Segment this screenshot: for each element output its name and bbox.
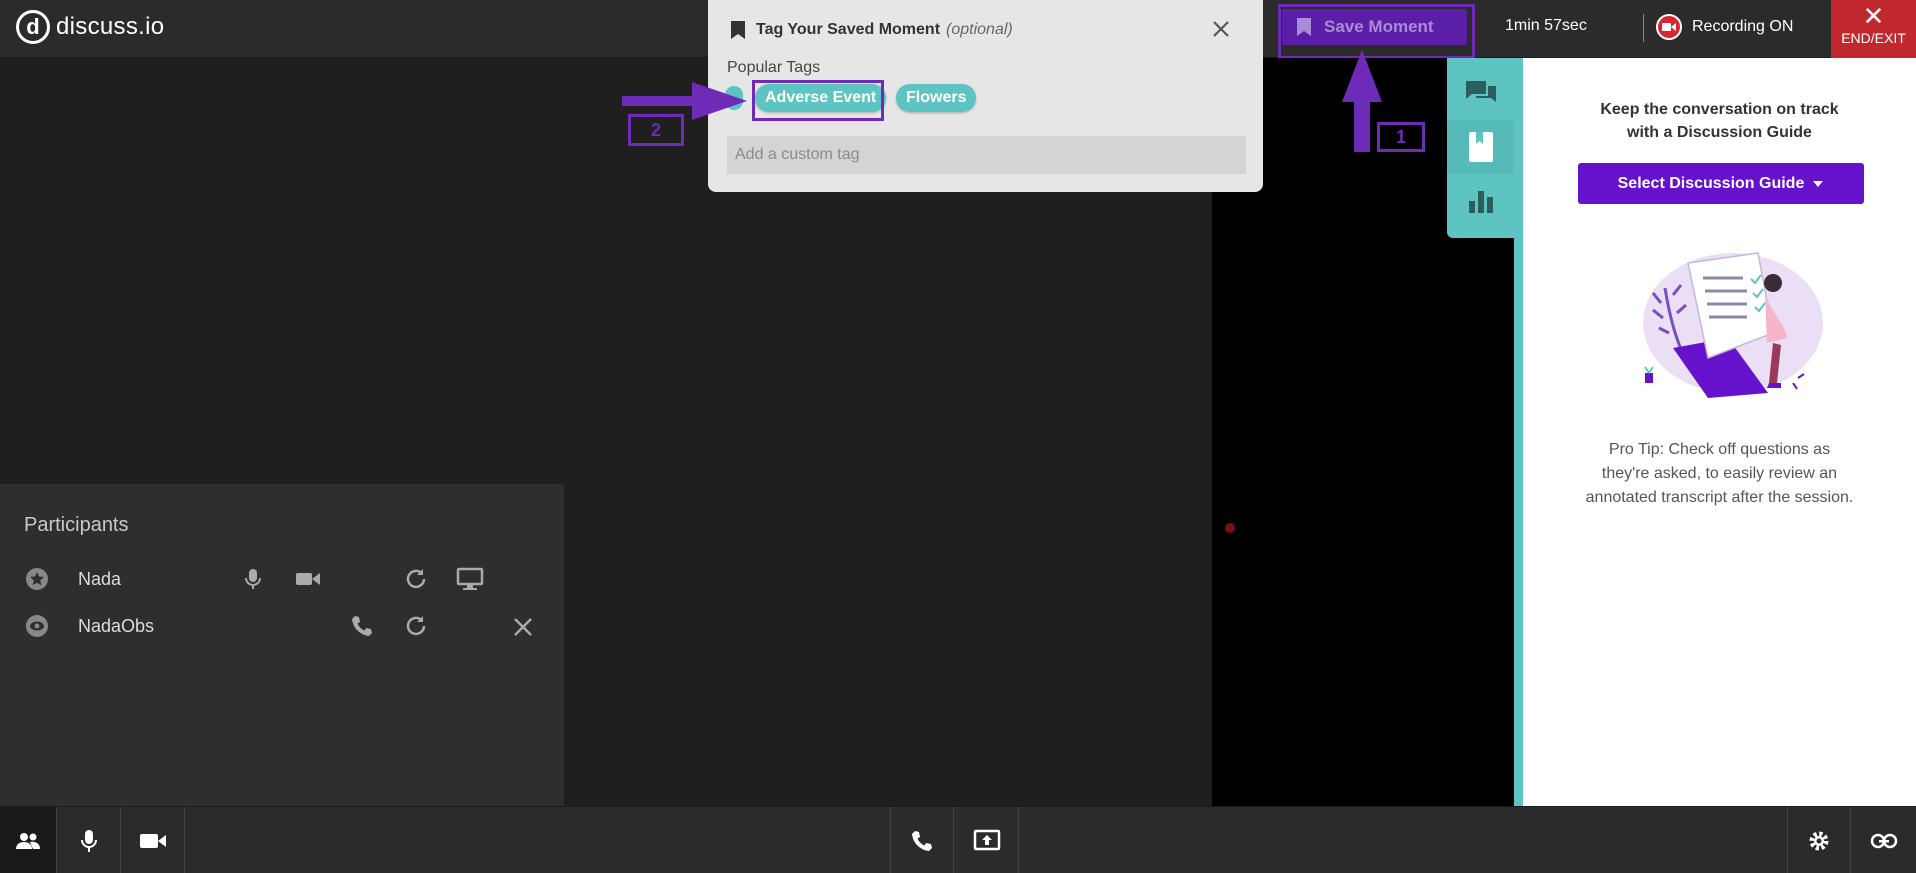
logo-mark: d: [16, 10, 50, 44]
participant-row: Nada: [0, 563, 564, 597]
select-guide-label: Select Discussion Guide: [1617, 174, 1805, 192]
tab-discussion-guide[interactable]: [1447, 120, 1514, 174]
camera-button[interactable]: [121, 807, 185, 873]
gear-icon: [1809, 831, 1829, 850]
record-icon: [1656, 14, 1682, 40]
microphone-icon[interactable]: [243, 567, 263, 591]
logo: d discuss.io: [16, 10, 164, 44]
discussion-guide-panel: Keep the conversation on track with a Di…: [1523, 58, 1916, 806]
end-exit-button[interactable]: ✕ END/EXIT: [1831, 0, 1916, 58]
camera-icon[interactable]: [295, 567, 321, 591]
video-indicator-dot: [1225, 523, 1235, 533]
refresh-icon[interactable]: [404, 614, 428, 638]
bookmark-icon: [1468, 132, 1493, 162]
popular-tags-label: Popular Tags: [727, 59, 821, 76]
participant-name: Nada: [78, 569, 122, 589]
participants-button[interactable]: [0, 807, 57, 873]
refresh-icon[interactable]: [404, 567, 428, 591]
logo-text: discuss.io: [56, 13, 165, 40]
discussion-illustration: [1643, 252, 1823, 398]
annotation-step-2: 2: [628, 114, 684, 146]
link-icon: [1870, 833, 1898, 848]
screen-share-icon: [973, 829, 1000, 850]
star-icon: [26, 568, 48, 590]
custom-tag-input[interactable]: [727, 136, 1246, 174]
participant-name: NadaObs: [78, 616, 155, 636]
session-timer: 1min 57sec: [1505, 17, 1587, 34]
participants-heading: Participants: [24, 514, 129, 536]
camera-icon: [139, 833, 166, 848]
recording-status: Recording ON: [1656, 14, 1793, 40]
pro-tip: Pro Tip: Check off questions as they're …: [1585, 441, 1854, 506]
recording-label: Recording ON: [1692, 18, 1794, 35]
bottom-toolbar: [0, 806, 1916, 873]
bar-chart-icon: [1468, 191, 1493, 213]
end-exit-label: END/EXIT: [1841, 30, 1906, 46]
side-tabs: [1447, 58, 1514, 238]
caret-down-icon: [1813, 180, 1824, 187]
phone-icon[interactable]: [350, 614, 374, 638]
phone-button[interactable]: [890, 807, 954, 873]
bookmark-icon: [731, 21, 745, 39]
guide-heading-text: Keep the conversation on track with a Di…: [1600, 101, 1839, 141]
chat-icon: [1465, 81, 1496, 102]
close-icon: ✕: [1862, 1, 1885, 31]
annotation-step-1: 1: [1377, 122, 1425, 152]
select-discussion-guide-button[interactable]: Select Discussion Guide: [1578, 163, 1864, 204]
microphone-button[interactable]: [57, 807, 121, 873]
popover-optional: (optional): [946, 21, 1013, 38]
close-icon[interactable]: [512, 614, 534, 638]
popover-title-text: Tag Your Saved Moment: [756, 21, 941, 38]
panel-edge: [1514, 58, 1523, 806]
tab-chat[interactable]: [1447, 66, 1514, 120]
screen-icon[interactable]: [456, 567, 484, 591]
popover-title: Tag Your Saved Moment (optional): [730, 20, 1013, 40]
eye-icon: [26, 615, 48, 637]
tag-chip-flowers[interactable]: Flowers: [896, 84, 977, 112]
divider: [1643, 14, 1644, 42]
participants-icon: [16, 832, 40, 849]
participants-panel: Participants Nada NadaObs: [0, 484, 564, 806]
screen-share-button[interactable]: [955, 807, 1019, 873]
close-icon[interactable]: [1210, 18, 1232, 40]
microphone-icon: [80, 829, 97, 852]
participant-row: NadaObs: [0, 610, 564, 644]
link-button[interactable]: [1852, 807, 1916, 873]
settings-button[interactable]: [1787, 807, 1851, 873]
guide-heading: Keep the conversation on track with a Di…: [1523, 98, 1916, 144]
tab-analytics[interactable]: [1447, 174, 1514, 228]
annotation-highlight-tag: [752, 80, 884, 121]
phone-icon: [912, 830, 932, 851]
